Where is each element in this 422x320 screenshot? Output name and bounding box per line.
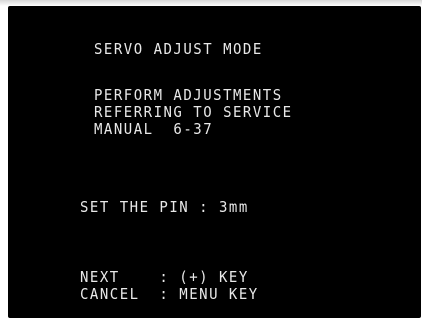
pin-setting-text: SET THE PIN : 3mm: [80, 199, 249, 217]
instruction-line-1: PERFORM ADJUSTMENTS: [94, 87, 283, 105]
instruction-line-3: MANUAL 6-37: [94, 121, 214, 139]
instruction-line-2: REFERRING TO SERVICE: [94, 104, 293, 122]
mode-title: SERVO ADJUST MODE: [94, 41, 263, 59]
cancel-key-hint: CANCEL : MENU KEY: [80, 286, 259, 304]
next-key-hint: NEXT : (+) KEY: [80, 269, 249, 287]
lcd-screen: SERVO ADJUST MODE PERFORM ADJUSTMENTS RE…: [8, 6, 421, 318]
